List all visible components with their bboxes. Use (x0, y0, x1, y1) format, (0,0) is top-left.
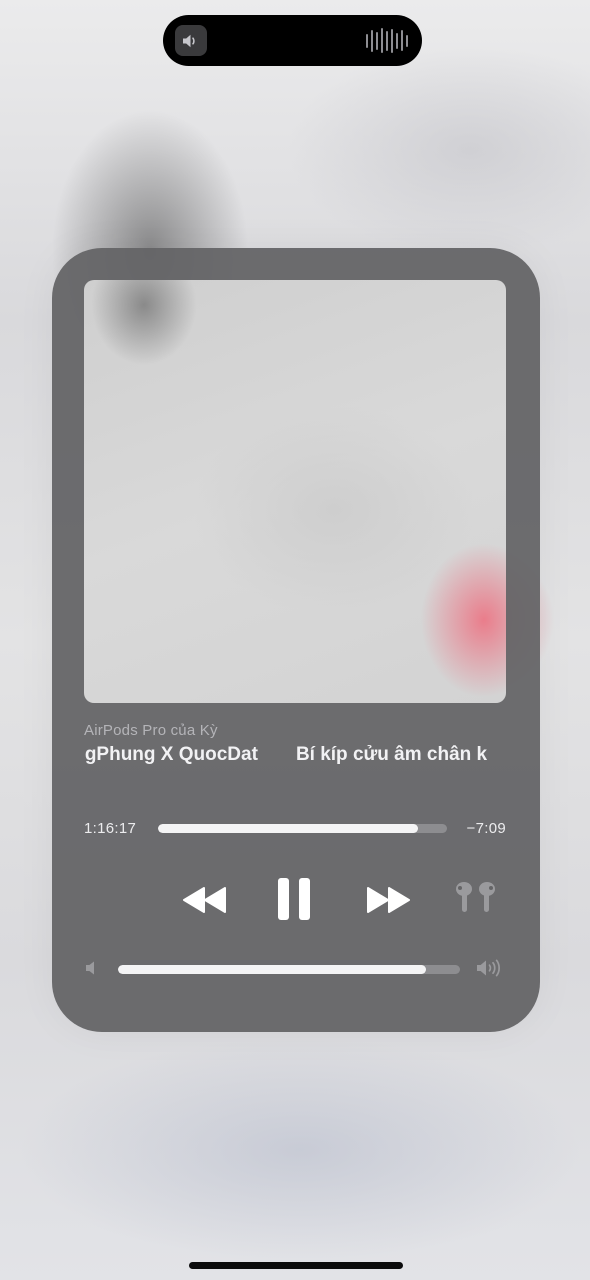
waveform-icon (366, 27, 408, 54)
playback-progress-fill (158, 824, 419, 833)
fast-forward-icon (367, 887, 410, 913)
pause-icon (278, 878, 310, 920)
fast-forward-button[interactable] (361, 882, 415, 918)
volume-high-icon (476, 958, 504, 978)
dynamic-island[interactable] (163, 15, 422, 66)
track-title: onggPhung X QuocDat Bí kíp cửu âm chân k (84, 744, 508, 770)
speaker-icon (175, 25, 207, 56)
volume-low-icon (85, 960, 99, 976)
rewind-icon (183, 887, 226, 913)
playback-scrubber[interactable] (158, 824, 447, 833)
now-playing-card: AirPods Pro của Kỳ onggPhung X QuocDat B… (52, 248, 540, 1032)
pause-button[interactable] (274, 876, 314, 922)
volume-level-fill (118, 965, 426, 974)
remaining-time: −7:09 (466, 820, 506, 837)
home-indicator[interactable] (189, 1262, 403, 1269)
rewind-button[interactable] (178, 882, 232, 918)
elapsed-time: 1:16:17 (84, 820, 137, 837)
volume-slider[interactable] (118, 965, 460, 974)
output-device-label: AirPods Pro của Kỳ (84, 722, 218, 739)
track-title-fragment: onggPhung X QuocDat (84, 744, 258, 765)
track-title-fragment: Bí kíp cửu âm chân k (295, 744, 488, 765)
airpods-output-button[interactable] (450, 878, 502, 918)
album-artwork[interactable] (84, 280, 506, 703)
airpods-icon (456, 882, 495, 912)
